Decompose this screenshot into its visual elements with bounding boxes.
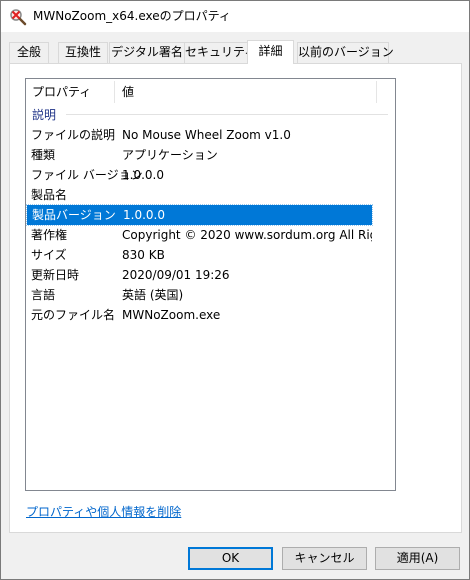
property-name: 言語 [31, 288, 56, 302]
tab-strip: 全般 互換性 デジタル署名 セキュリティ 詳細 以前のバージョン [9, 40, 461, 64]
group-header-description[interactable]: 説明 [32, 107, 56, 123]
tab-security[interactable]: セキュリティ [184, 42, 256, 63]
group-divider [66, 114, 388, 115]
list-header: プロパティ 値 [26, 79, 395, 105]
property-value: Copyright © 2020 www.sordum.org All Righ… [122, 228, 372, 242]
column-header-property[interactable]: プロパティ [26, 79, 114, 105]
tab-label: 以前のバージョン [298, 45, 394, 59]
property-name: 著作権 [31, 228, 68, 242]
tab-compatibility[interactable]: 互換性 [58, 42, 108, 63]
property-name: 製品名 [31, 188, 68, 202]
tab-general[interactable]: 全般 [9, 42, 49, 63]
ok-button[interactable]: OK [188, 547, 273, 570]
property-value: 2020/09/01 19:26 [122, 268, 230, 282]
column-divider[interactable] [114, 81, 115, 103]
list-item[interactable]: 著作権 Copyright © 2020 www.sordum.org All … [26, 225, 395, 245]
window-title: MWNoZoom_x64.exeのプロパティ [33, 9, 231, 23]
list-item[interactable]: サイズ 830 KB [26, 245, 395, 265]
properties-dialog: MWNoZoom_x64.exeのプロパティ 全般 互換性 デジタル署名 セキュ… [0, 0, 470, 580]
tab-digital-signatures[interactable]: デジタル署名 [109, 42, 185, 63]
property-value: MWNoZoom.exe [122, 308, 221, 322]
tab-label: セキュリティ [185, 45, 257, 59]
list-item-selected[interactable]: 製品バージョン 1.0.0.0 [26, 204, 373, 226]
no-zoom-app-icon [9, 8, 27, 26]
tab-details[interactable]: 詳細 [247, 40, 294, 64]
tab-label: 全般 [16, 45, 41, 59]
property-value: 830 KB [122, 248, 165, 262]
tab-label: 互換性 [64, 45, 101, 59]
property-name: ファイルの説明 [31, 128, 116, 142]
apply-button[interactable]: 適用(A) [375, 547, 460, 570]
title-bar: MWNoZoom_x64.exeのプロパティ [1, 1, 469, 32]
column-header-value[interactable]: 値 [116, 79, 374, 105]
list-item[interactable]: 元のファイル名 MWNoZoom.exe [26, 305, 395, 325]
list-item[interactable]: 更新日時 2020/09/01 19:26 [26, 265, 395, 285]
details-list[interactable]: プロパティ 値 説明 ファイルの説明 No Mouse Wheel Zoom v… [25, 78, 396, 491]
property-name: 種類 [31, 148, 56, 162]
property-name: 製品バージョン [32, 208, 116, 222]
property-value: 1.0.0.0 [122, 168, 164, 182]
property-name: 更新日時 [31, 268, 80, 282]
property-value: 1.0.0.0 [123, 208, 165, 222]
details-page: プロパティ 値 説明 ファイルの説明 No Mouse Wheel Zoom v… [9, 63, 462, 533]
column-divider[interactable] [376, 81, 377, 103]
property-name: サイズ [31, 248, 67, 262]
property-value: アプリケーション [122, 148, 218, 162]
property-value: 英語 (英国) [122, 288, 184, 302]
list-item[interactable]: 種類 アプリケーション [26, 145, 395, 165]
remove-properties-link[interactable]: プロパティや個人情報を削除 [26, 503, 181, 520]
list-item[interactable]: 言語 英語 (英国) [26, 285, 395, 305]
tab-label: 詳細 [258, 44, 283, 58]
list-item[interactable]: ファイルの説明 No Mouse Wheel Zoom v1.0 [26, 125, 395, 145]
cancel-button[interactable]: キャンセル [282, 547, 367, 570]
list-item[interactable]: ファイル バージョン 1.0.0.0 [26, 165, 395, 185]
tab-previous-versions[interactable]: 以前のバージョン [297, 42, 394, 63]
property-name: 元のファイル名 [31, 308, 116, 322]
tab-label: デジタル署名 [111, 45, 183, 59]
property-value: No Mouse Wheel Zoom v1.0 [122, 128, 291, 142]
list-item[interactable]: 製品名 [26, 185, 395, 205]
